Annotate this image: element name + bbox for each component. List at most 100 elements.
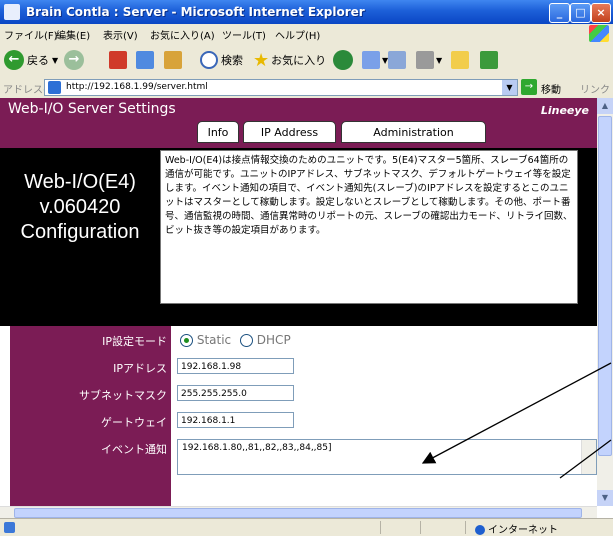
status-separator (465, 521, 466, 534)
event-scrollbar[interactable] (581, 440, 596, 474)
scroll-down-icon[interactable]: ▼ (597, 490, 613, 506)
refresh-icon (136, 51, 154, 69)
menu-favorites[interactable]: お気に入り(A) (150, 27, 215, 42)
toolbar: ← 戻る ▼ → 検索 ★ お気に入り ▼ ▼ (0, 43, 613, 77)
favorites-label: お気に入り (271, 54, 327, 67)
messenger-button[interactable] (480, 49, 498, 71)
refresh-button[interactable] (136, 49, 154, 71)
config-version: v.060420 (39, 196, 121, 218)
tab-administration[interactable]: Administration (341, 121, 486, 143)
tab-info[interactable]: Info (197, 121, 239, 143)
internet-zone: インターネット (475, 521, 558, 536)
back-arrow-icon: ← (4, 50, 24, 70)
mail-icon (388, 51, 406, 69)
favorites-button[interactable]: ★ お気に入り (253, 49, 326, 71)
status-separator (380, 521, 381, 534)
zone-label: インターネット (488, 525, 558, 536)
back-label: 戻る (27, 54, 49, 67)
media-icon (333, 50, 353, 70)
mail-button[interactable] (388, 49, 406, 71)
menu-bar: ファイル(F) 編集(E) 表示(V) お気に入り(A) ツール(T) ヘルプ(… (0, 24, 613, 44)
vertical-scrollbar[interactable]: ▲ ▼ (597, 98, 613, 506)
page-icon (48, 81, 61, 94)
window-title: Brain Contla : Server - Microsoft Intern… (26, 5, 365, 19)
maximize-button[interactable]: □ (570, 3, 591, 23)
status-separator (420, 521, 421, 534)
print-button[interactable]: ▼ (416, 49, 442, 71)
folder-icon (451, 51, 469, 69)
config-title: Web-I/O(E4) v.060420 Configuration (4, 170, 156, 245)
star-icon: ★ (253, 49, 270, 71)
gateway-label: ゲートウェイ (101, 416, 167, 429)
window-title-bar[interactable]: Brain Contla : Server - Microsoft Intern… (0, 0, 613, 24)
ie-icon (4, 4, 20, 20)
forward-button[interactable]: → (64, 49, 84, 71)
stop-button[interactable] (109, 49, 127, 71)
menu-tools[interactable]: ツール(T) (222, 27, 266, 42)
static-radio[interactable] (180, 334, 193, 347)
ip-mode-label: IP設定モード (102, 335, 167, 348)
page-viewport: Web-I/O Server Settings Lineeye Info IP … (0, 98, 597, 506)
menu-view[interactable]: 表示(V) (103, 27, 138, 42)
menu-edit[interactable]: 編集(E) (56, 27, 90, 42)
history-icon (362, 51, 380, 69)
go-button[interactable]: 移動 (541, 81, 561, 96)
tab-ip-address[interactable]: IP Address (243, 121, 336, 143)
home-icon (164, 51, 182, 69)
stop-icon (109, 51, 127, 69)
ip-row: IPアドレス 192.168.1.98 (10, 356, 597, 378)
dhcp-radio[interactable] (239, 334, 253, 347)
ip-mode-options: Static DHCP (180, 333, 291, 347)
close-button[interactable]: × (591, 3, 611, 23)
page-header: Web-I/O Server Settings Lineeye Info IP … (0, 98, 597, 148)
page-title: Web-I/O Server Settings (8, 101, 176, 117)
subnet-mask-input[interactable]: 255.255.255.0 (177, 385, 294, 401)
settings-form: IP設定モード Static DHCP IPアドレス 192.168.1.98 … (10, 326, 597, 506)
windows-logo-icon (589, 25, 609, 42)
globe-icon (475, 525, 485, 535)
print-dropdown-icon: ▼ (436, 55, 443, 65)
status-page-icon (4, 522, 15, 533)
back-button[interactable]: ← 戻る ▼ (4, 49, 58, 71)
horizontal-scroll-thumb[interactable] (14, 508, 582, 518)
config-label: Configuration (20, 221, 140, 243)
event-row: イベント通知 192.168.1.80,,81,,82,,83,,84,,85] (10, 437, 597, 477)
minimize-button[interactable]: _ (549, 3, 570, 23)
media-button[interactable] (333, 49, 353, 71)
gateway-row: ゲートウェイ 192.168.1.1 (10, 410, 597, 432)
history-button[interactable]: ▼ (362, 49, 388, 71)
status-bar: インターネット (0, 518, 613, 536)
config-panel: Web-I/O(E4) v.060420 Configuration Web-I… (0, 148, 597, 326)
brand-logo: Lineeye (540, 104, 589, 117)
home-button[interactable] (164, 49, 182, 71)
address-input[interactable]: http://192.168.1.99/server.html ▼ (44, 79, 518, 96)
ip-address-label: IPアドレス (113, 362, 167, 375)
menu-file[interactable]: ファイル(F) (4, 27, 58, 42)
back-dropdown-icon: ▼ (52, 55, 59, 65)
event-notify-textarea[interactable]: 192.168.1.80,,81,,82,,83,,84,,85] (177, 439, 597, 475)
subnet-mask-label: サブネットマスク (79, 389, 167, 402)
print-icon (416, 51, 434, 69)
search-button[interactable]: 検索 (200, 49, 243, 71)
ip-mode-row: IP設定モード Static DHCP (10, 329, 597, 351)
scroll-up-icon[interactable]: ▲ (597, 98, 613, 114)
scroll-thumb[interactable] (598, 116, 612, 456)
search-icon (200, 51, 218, 69)
gateway-input[interactable]: 192.168.1.1 (177, 412, 294, 428)
forward-arrow-icon: → (64, 50, 84, 70)
address-dropdown-icon[interactable]: ▼ (502, 80, 517, 95)
static-label: Static (196, 333, 232, 347)
folder-button[interactable] (451, 49, 469, 71)
event-notify-value: 192.168.1.80,,81,,82,,83,,84,,85] (182, 443, 332, 453)
messenger-icon (480, 51, 498, 69)
search-label: 検索 (221, 54, 243, 67)
ip-address-input[interactable]: 192.168.1.98 (177, 358, 294, 374)
event-notify-label: イベント通知 (101, 443, 167, 456)
address-bar: アドレス(D) http://192.168.1.99/server.html … (0, 76, 613, 99)
dhcp-label: DHCP (256, 333, 291, 347)
links-label[interactable]: リンク (580, 81, 610, 96)
go-arrow-icon[interactable]: → (521, 79, 537, 95)
menu-help[interactable]: ヘルプ(H) (275, 27, 320, 42)
address-url: http://192.168.1.99/server.html (66, 82, 208, 92)
description-text: Web-I/O(E4)は接点情報交換のためのユニットです。5(E4)マスター5箇… (160, 150, 578, 304)
